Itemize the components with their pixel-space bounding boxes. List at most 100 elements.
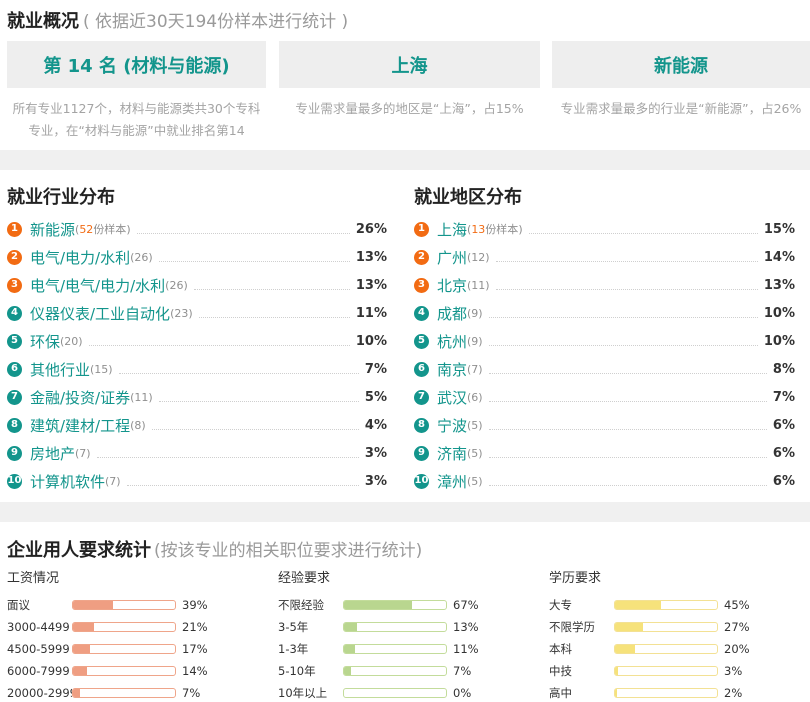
region-link[interactable]: 南京 <box>437 359 467 380</box>
industry-link[interactable]: 仪器仪表/工业自动化 <box>30 303 170 324</box>
salary-percent: 17% <box>182 642 208 656</box>
industry-link[interactable]: 建筑/建材/工程 <box>30 415 130 436</box>
education-percent: 2% <box>724 686 743 700</box>
experience-bar-fill <box>344 601 413 609</box>
region-leader-dots <box>528 232 758 234</box>
salary-bar <box>72 622 176 632</box>
region-rank-badge: 1 <box>414 221 429 237</box>
experience-row: 1-3年 11% <box>278 638 518 660</box>
education-row: 高中 2% <box>549 682 789 702</box>
industry-title: 就业行业分布 <box>7 187 115 208</box>
industry-link[interactable]: 计算机软件 <box>30 471 105 492</box>
overview-card-industry: 新能源 <box>552 41 810 88</box>
industry-percent: 13% <box>355 277 387 293</box>
region-rank-badge: 10 <box>414 473 429 489</box>
experience-row: 5-10年 7% <box>278 660 518 682</box>
industry-count: (52份样本) <box>75 223 131 236</box>
salary-percent: 7% <box>182 686 201 700</box>
industry-link[interactable]: 电气/电气/电力/水利 <box>30 275 165 296</box>
salary-bar <box>72 644 176 654</box>
industry-count: (7) <box>75 446 91 460</box>
experience-percent: 67% <box>453 598 479 612</box>
region-rank-badge: 2 <box>414 249 429 265</box>
industry-row: 4 仪器仪表/工业自动化 (23) 11% <box>7 299 387 327</box>
industry-list: 1 新能源 (52份样本) 26% 2 电气/电力/水利 (26) 13% 3 电气/电气/电力/… <box>7 215 387 495</box>
region-leader-dots <box>488 400 767 402</box>
education-row: 中技 3% <box>549 660 789 682</box>
region-count: (11) <box>467 278 490 292</box>
industry-count: (15) <box>90 362 113 376</box>
industry-percent: 7% <box>364 361 387 377</box>
region-row: 3 北京 (11) 13% <box>414 271 795 299</box>
overview-card-industry-desc: 专业需求量最多的行业是“新能源”，占26% <box>560 101 802 116</box>
region-count: (5) <box>467 418 483 432</box>
region-row: 4 成都 (9) 10% <box>414 299 795 327</box>
experience-bar <box>343 622 447 632</box>
region-count: (5) <box>467 474 483 488</box>
education-row: 大专 45% <box>549 594 789 616</box>
region-link[interactable]: 杭州 <box>437 331 467 352</box>
education-bar <box>614 622 718 632</box>
industry-leader-dots <box>88 344 350 346</box>
industry-count: (20) <box>60 334 83 348</box>
overview-card-rank-desc: 所有专业1127个，材料与能源类共30个专科专业，在“材料与能源”中就业排名第1… <box>12 101 261 138</box>
region-row: 10 漳州 (5) 6% <box>414 467 795 495</box>
region-rank-badge: 3 <box>414 277 429 293</box>
industry-row: 8 建筑/建材/工程 (8) 4% <box>7 411 387 439</box>
region-count: (9) <box>467 306 483 320</box>
industry-percent: 10% <box>355 333 387 349</box>
region-percent: 6% <box>772 417 795 433</box>
requirements-title-text: 企业用人要求统计 <box>7 540 151 561</box>
industry-rank-badge: 8 <box>7 417 22 433</box>
region-link[interactable]: 宁波 <box>437 415 467 436</box>
experience-label: 10年以上 <box>278 686 328 700</box>
industry-link[interactable]: 新能源 <box>30 219 75 240</box>
salary-label: 3000-4499 <box>7 620 70 634</box>
education-bar-fill <box>615 623 643 631</box>
industry-count: (26) <box>165 278 188 292</box>
industry-link[interactable]: 其他行业 <box>30 359 90 380</box>
region-link[interactable]: 漳州 <box>437 471 467 492</box>
region-rank-badge: 8 <box>414 417 429 433</box>
overview-title: 就业概况( 依据近30天194份样本进行统计 ) <box>7 7 348 33</box>
region-link[interactable]: 武汉 <box>437 387 467 408</box>
region-link[interactable]: 上海 <box>437 219 467 240</box>
region-row: 2 广州 (12) 14% <box>414 243 795 271</box>
region-link[interactable]: 成都 <box>437 303 467 324</box>
industry-rank-badge: 3 <box>7 277 22 293</box>
region-percent: 10% <box>763 305 795 321</box>
experience-label: 不限经验 <box>278 598 324 612</box>
experience-bar-fill <box>344 623 358 631</box>
overview-title-text: 就业概况 <box>7 11 79 32</box>
region-count: (5) <box>467 446 483 460</box>
experience-bar <box>343 666 447 676</box>
industry-link[interactable]: 房地产 <box>30 443 75 464</box>
industry-row: 6 其他行业 (15) 7% <box>7 355 387 383</box>
industry-link[interactable]: 金融/投资/证券 <box>30 387 130 408</box>
section-divider <box>0 150 810 170</box>
industry-leader-dots <box>126 484 359 486</box>
region-link[interactable]: 济南 <box>437 443 467 464</box>
experience-row: 3-5年 13% <box>278 616 518 638</box>
experience-percent: 13% <box>453 620 479 634</box>
industry-count: (11) <box>130 390 153 404</box>
industry-percent: 5% <box>364 389 387 405</box>
overview-card-rank: 第 14 名 (材料与能源) <box>7 41 266 88</box>
experience-percent: 11% <box>453 642 479 656</box>
industry-rank-badge: 6 <box>7 361 22 377</box>
industry-link[interactable]: 环保 <box>30 331 60 352</box>
education-row: 本科 20% <box>549 638 789 660</box>
industry-link[interactable]: 电气/电力/水利 <box>30 247 130 268</box>
region-row: 9 济南 (5) 6% <box>414 439 795 467</box>
education-label: 高中 <box>549 686 572 700</box>
industry-percent: 11% <box>355 305 387 321</box>
education-bar <box>614 688 718 698</box>
industry-leader-dots <box>193 288 350 290</box>
region-link[interactable]: 北京 <box>437 275 467 296</box>
industry-leader-dots <box>151 428 359 430</box>
region-link[interactable]: 广州 <box>437 247 467 268</box>
education-label: 中技 <box>549 664 572 678</box>
industry-leader-dots <box>158 260 350 262</box>
region-leader-dots <box>488 372 767 374</box>
experience-row: 10年以上 0% <box>278 682 518 702</box>
